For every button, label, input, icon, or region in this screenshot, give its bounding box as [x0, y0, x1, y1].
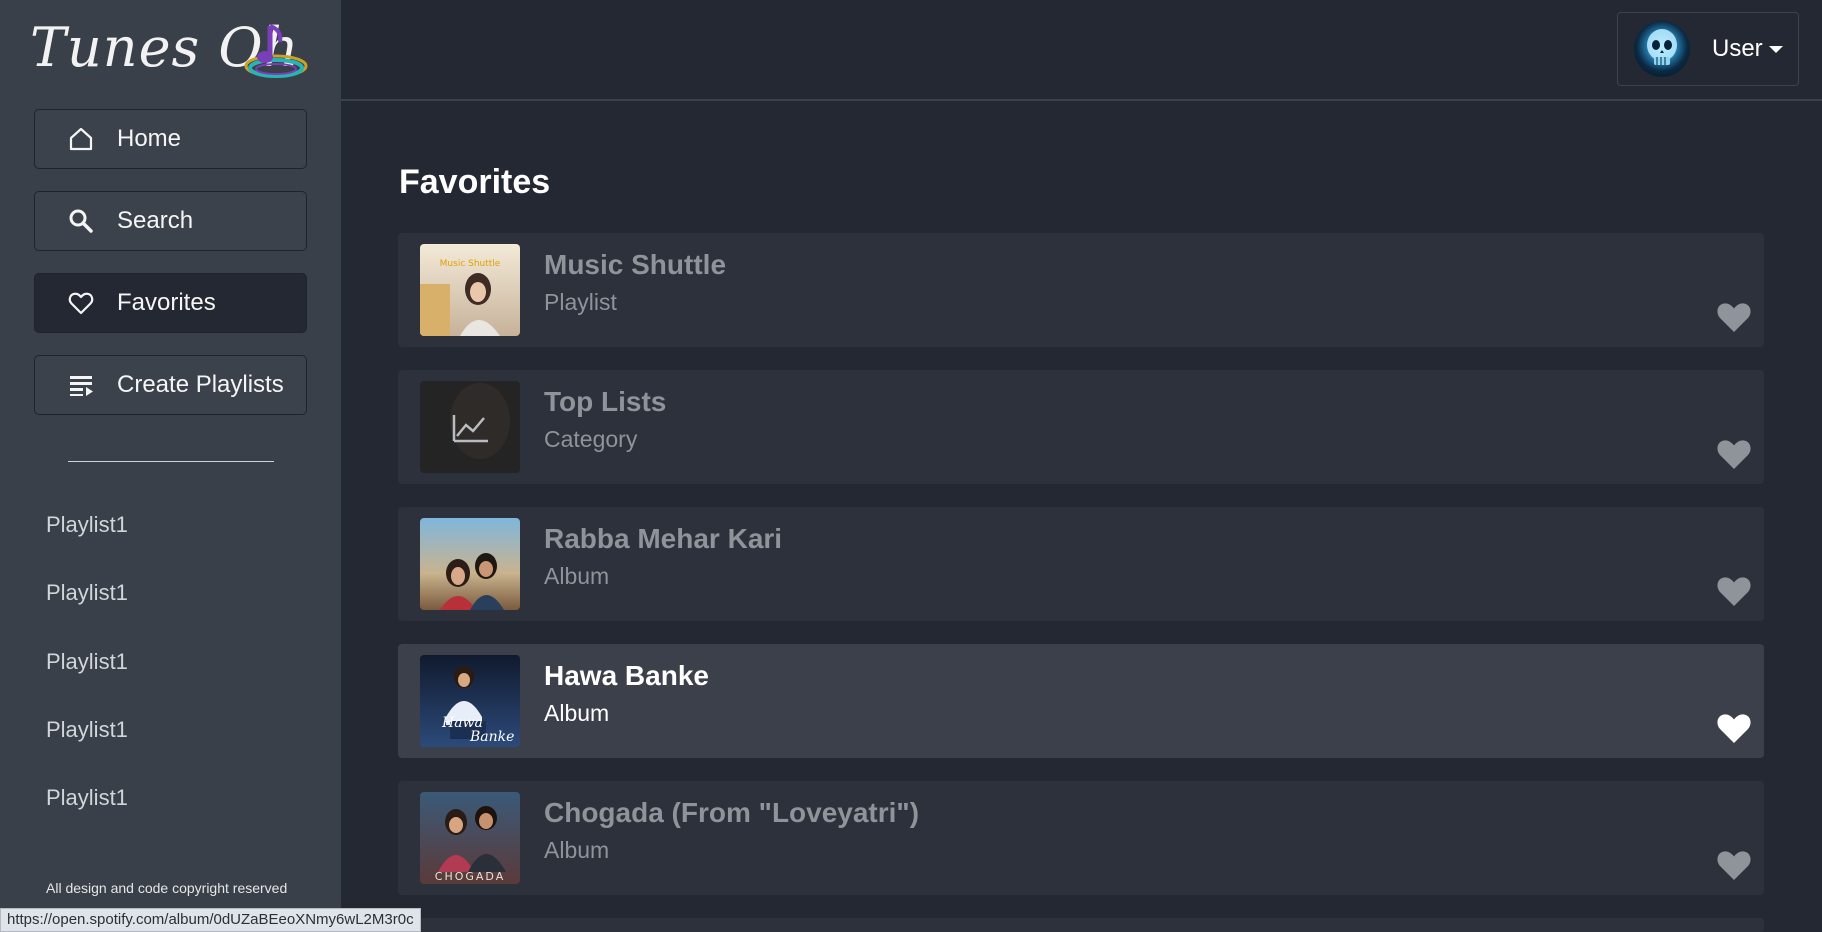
item-title: Hawa Banke — [544, 660, 709, 691]
user-label: User — [1712, 35, 1763, 62]
item-title: Chogada (From "Loveyatri") — [544, 797, 920, 828]
favorite-item-chogada[interactable]: CHOGADA Chogada (From "Loveyatri") Album — [398, 781, 1764, 895]
nav-create-playlists-label: Create Playlists — [117, 371, 284, 398]
home-icon — [65, 123, 97, 155]
heart-icon[interactable] — [1716, 710, 1752, 746]
item-title: Rabba Mehar Kari — [544, 523, 783, 554]
heart-icon[interactable] — [1716, 847, 1752, 883]
favorite-item-partial[interactable] — [398, 918, 1764, 932]
top-bar — [341, 0, 1822, 101]
favorite-item-hawa-banke[interactable]: Hawa Banke Hawa Banke Album — [398, 644, 1764, 758]
favorite-item-rabba-mehar-kari[interactable]: Rabba Mehar Kari Album — [398, 507, 1764, 621]
item-title: Music Shuttle — [544, 249, 727, 280]
album-art — [420, 518, 520, 610]
chevron-down-icon — [1768, 45, 1783, 53]
copyright-text: All design and code copyright reserved — [46, 880, 288, 896]
category-art — [420, 381, 520, 473]
nav-favorites-button[interactable]: Favorites — [34, 273, 307, 333]
sidebar-playlist-item[interactable]: Playlist1 — [46, 512, 128, 538]
playlist-add-icon — [65, 369, 97, 401]
item-title: Top Lists — [544, 386, 667, 417]
user-menu-button[interactable]: User — [1617, 12, 1799, 86]
heart-outline-icon — [65, 287, 97, 319]
favorite-item-music-shuttle[interactable]: Music Shuttle Music Shuttle Playlist — [398, 233, 1764, 347]
sidebar-playlist-item[interactable]: Playlist1 — [46, 649, 128, 675]
heart-icon[interactable] — [1716, 573, 1752, 609]
heart-icon[interactable] — [1716, 299, 1752, 335]
svg-text:Banke: Banke — [469, 729, 514, 745]
item-type: Album — [544, 700, 610, 726]
music-note-logo-icon — [244, 24, 308, 78]
page-title: Favorites — [399, 163, 551, 201]
thumb-label: Music Shuttle — [440, 259, 501, 269]
nav-search-button[interactable]: Search — [34, 191, 307, 251]
sidebar-playlist-item[interactable]: Playlist1 — [46, 717, 128, 743]
nav-favorites-label: Favorites — [117, 289, 216, 316]
item-type: Category — [544, 426, 638, 452]
search-icon — [65, 205, 97, 237]
favorite-item-top-lists[interactable]: Top Lists Category — [398, 370, 1764, 484]
album-art: CHOGADA — [420, 792, 520, 884]
sidebar-playlist-item[interactable]: Playlist1 — [46, 785, 128, 811]
nav-create-playlists-button[interactable]: Create Playlists — [34, 355, 307, 415]
avatar — [1634, 21, 1690, 77]
sidebar-playlist-item[interactable]: Playlist1 — [46, 580, 128, 606]
nav-home-button[interactable]: Home — [34, 109, 307, 169]
heart-icon[interactable] — [1716, 436, 1752, 472]
nav-search-label: Search — [117, 207, 194, 234]
item-type: Playlist — [544, 289, 617, 315]
nav-home-label: Home — [117, 125, 182, 152]
app-logo[interactable]: Tunes Oh — [30, 14, 310, 84]
thumb-label: CHOGADA — [435, 870, 505, 883]
skull-avatar-icon — [1647, 29, 1677, 65]
album-art: Music Shuttle — [420, 244, 520, 336]
item-type: Album — [544, 563, 610, 589]
status-url: https://open.spotify.com/album/0dUZaBEeo… — [0, 908, 421, 932]
sidebar: Tunes Oh Home Search Favorites Create Pl… — [0, 0, 341, 932]
album-art: Hawa Banke — [420, 655, 520, 747]
sidebar-divider — [68, 461, 274, 462]
item-type: Album — [544, 837, 610, 863]
